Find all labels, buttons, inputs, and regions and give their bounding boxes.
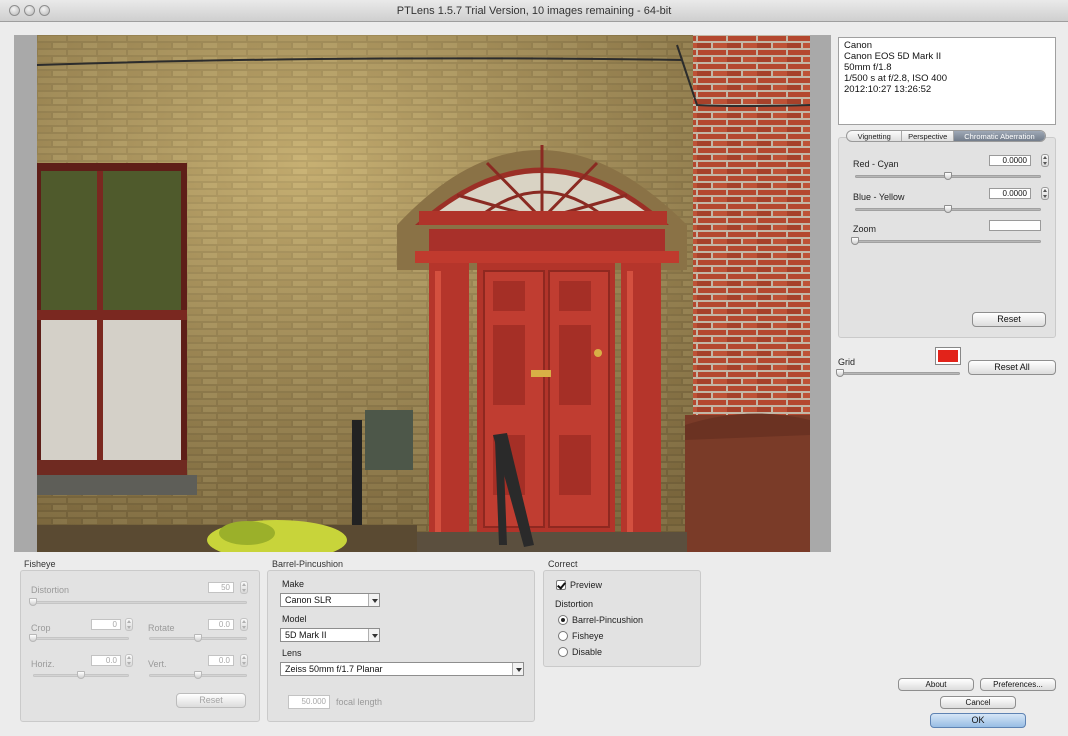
fisheye-distortion-slider[interactable] — [29, 597, 247, 607]
slider-knob[interactable] — [29, 634, 37, 642]
exif-line: 2012:10:27 13:26:52 — [844, 84, 932, 95]
vert-field[interactable]: 0.0 — [208, 655, 234, 666]
rotate-field[interactable]: 0.0 — [208, 619, 234, 630]
red-cyan-label: Red - Cyan — [853, 159, 899, 169]
crop-stepper[interactable] — [125, 618, 133, 631]
exif-line: 1/500 s at f/2.8, ISO 400 — [844, 73, 947, 84]
chromatic-aberration-panel: Red - Cyan 0.0000 Blue - Yellow 0.0000 Z… — [838, 137, 1056, 338]
fisheye-heading: Fisheye — [24, 559, 56, 569]
grid-slider[interactable] — [836, 368, 960, 378]
chevron-down-icon — [368, 629, 379, 641]
preview-checkbox[interactable] — [556, 580, 566, 590]
exif-info-box: Canon Canon EOS 5D Mark II 50mm f/1.8 1/… — [838, 37, 1056, 125]
red-cyan-slider[interactable] — [855, 171, 1041, 181]
barrel-pincushion-panel: Make Canon SLR Model 5D Mark II Lens Zei… — [267, 570, 535, 722]
horiz-label: Horiz. — [31, 659, 55, 669]
make-select[interactable]: Canon SLR — [280, 593, 380, 607]
model-value: 5D Mark II — [285, 630, 327, 640]
focal-length-field[interactable]: 50.000 — [288, 695, 330, 709]
slider-track — [855, 240, 1041, 243]
model-select[interactable]: 5D Mark II — [280, 628, 380, 642]
ok-button[interactable]: OK — [930, 713, 1026, 728]
tab-perspective[interactable]: Perspective — [902, 131, 954, 141]
crop-field[interactable]: 0 — [91, 619, 121, 630]
horiz-stepper[interactable] — [125, 654, 133, 667]
vert-label: Vert. — [148, 659, 167, 669]
model-label: Model — [282, 614, 307, 624]
focal-length-label: focal length — [336, 697, 383, 707]
correct-panel: Preview Distortion Barrel-Pincushion Fis… — [543, 570, 701, 667]
radio-fisheye-label: Fisheye — [572, 631, 604, 641]
radio-barrel-pincushion-label: Barrel-Pincushion — [572, 615, 644, 625]
chromatic-reset-button[interactable]: Reset — [972, 312, 1046, 327]
correct-heading: Correct — [548, 559, 578, 569]
fisheye-panel: Distortion 50 Crop 0 Rotate 0.0 Horiz. 0… — [20, 570, 260, 722]
make-value: Canon SLR — [285, 595, 332, 605]
slider-knob[interactable] — [77, 671, 85, 679]
chevron-down-icon — [512, 663, 523, 675]
red-cyan-field[interactable]: 0.0000 — [989, 155, 1031, 166]
vert-stepper[interactable] — [240, 654, 248, 667]
exif-line: 50mm f/1.8 — [844, 62, 892, 73]
radio-disable-label: Disable — [572, 647, 603, 657]
slider-knob[interactable] — [194, 634, 202, 642]
fisheye-distortion-field[interactable]: 50 — [208, 582, 234, 593]
blue-yellow-label: Blue - Yellow — [853, 192, 905, 202]
slider-knob[interactable] — [836, 369, 844, 377]
tab-vignetting[interactable]: Vignetting — [847, 131, 903, 141]
lens-select[interactable]: Zeiss 50mm f/1.7 Planar — [280, 662, 524, 676]
rotate-slider[interactable] — [149, 633, 247, 643]
zoom-slider[interactable] — [851, 236, 1041, 246]
horiz-slider[interactable] — [33, 670, 129, 680]
fisheye-reset-button[interactable]: Reset — [176, 693, 246, 708]
make-label: Make — [282, 579, 305, 589]
rotate-label: Rotate — [148, 623, 175, 633]
cancel-button[interactable]: Cancel — [940, 696, 1016, 709]
reset-all-button[interactable]: Reset All — [968, 360, 1056, 375]
exif-line: Canon EOS 5D Mark II — [844, 51, 942, 62]
grid-label: Grid — [838, 357, 856, 367]
zoom-label: Zoom — [853, 224, 877, 234]
slider-knob[interactable] — [29, 598, 37, 606]
slider-knob[interactable] — [194, 671, 202, 679]
exif-line: Canon — [844, 40, 872, 51]
slider-knob[interactable] — [944, 172, 952, 180]
blue-yellow-slider[interactable] — [855, 204, 1041, 214]
crop-slider[interactable] — [29, 633, 129, 643]
grid-color-fill — [938, 350, 958, 362]
lens-label: Lens — [282, 648, 302, 658]
preview-image — [37, 35, 810, 552]
slider-knob[interactable] — [944, 205, 952, 213]
preferences-button[interactable]: Preferences... — [980, 678, 1056, 691]
fisheye-distortion-label: Distortion — [31, 585, 70, 595]
zoom-field[interactable] — [989, 220, 1041, 231]
grid-color-swatch[interactable] — [935, 347, 961, 365]
tab-chromatic-aberration[interactable]: Chromatic Aberration — [953, 131, 1045, 141]
title-bar: PTLens 1.5.7 Trial Version, 10 images re… — [0, 0, 1068, 22]
chevron-down-icon — [368, 594, 379, 606]
radio-barrel-pincushion[interactable] — [558, 615, 568, 625]
blue-yellow-stepper[interactable] — [1041, 187, 1049, 200]
rotate-stepper[interactable] — [240, 618, 248, 631]
window-title: PTLens 1.5.7 Trial Version, 10 images re… — [396, 5, 672, 17]
slider-track — [33, 637, 129, 640]
vert-slider[interactable] — [149, 670, 247, 680]
blue-yellow-field[interactable]: 0.0000 — [989, 188, 1031, 199]
radio-fisheye[interactable] — [558, 631, 568, 641]
radio-disable[interactable] — [558, 647, 568, 657]
red-cyan-stepper[interactable] — [1041, 154, 1049, 167]
distortion-mode-label: Distortion — [555, 599, 594, 609]
slider-knob[interactable] — [851, 237, 859, 245]
barrel-heading: Barrel-Pincushion — [272, 559, 344, 569]
preview-label: Preview — [570, 580, 603, 590]
horiz-field[interactable]: 0.0 — [91, 655, 121, 666]
lens-value: Zeiss 50mm f/1.7 Planar — [285, 664, 383, 674]
slider-track — [840, 372, 960, 375]
fisheye-distortion-stepper[interactable] — [240, 581, 248, 594]
about-button[interactable]: About — [898, 678, 974, 691]
correction-tabs: Vignetting Perspective Chromatic Aberrat… — [846, 130, 1046, 142]
crop-label: Crop — [31, 623, 51, 633]
slider-track — [33, 601, 247, 604]
